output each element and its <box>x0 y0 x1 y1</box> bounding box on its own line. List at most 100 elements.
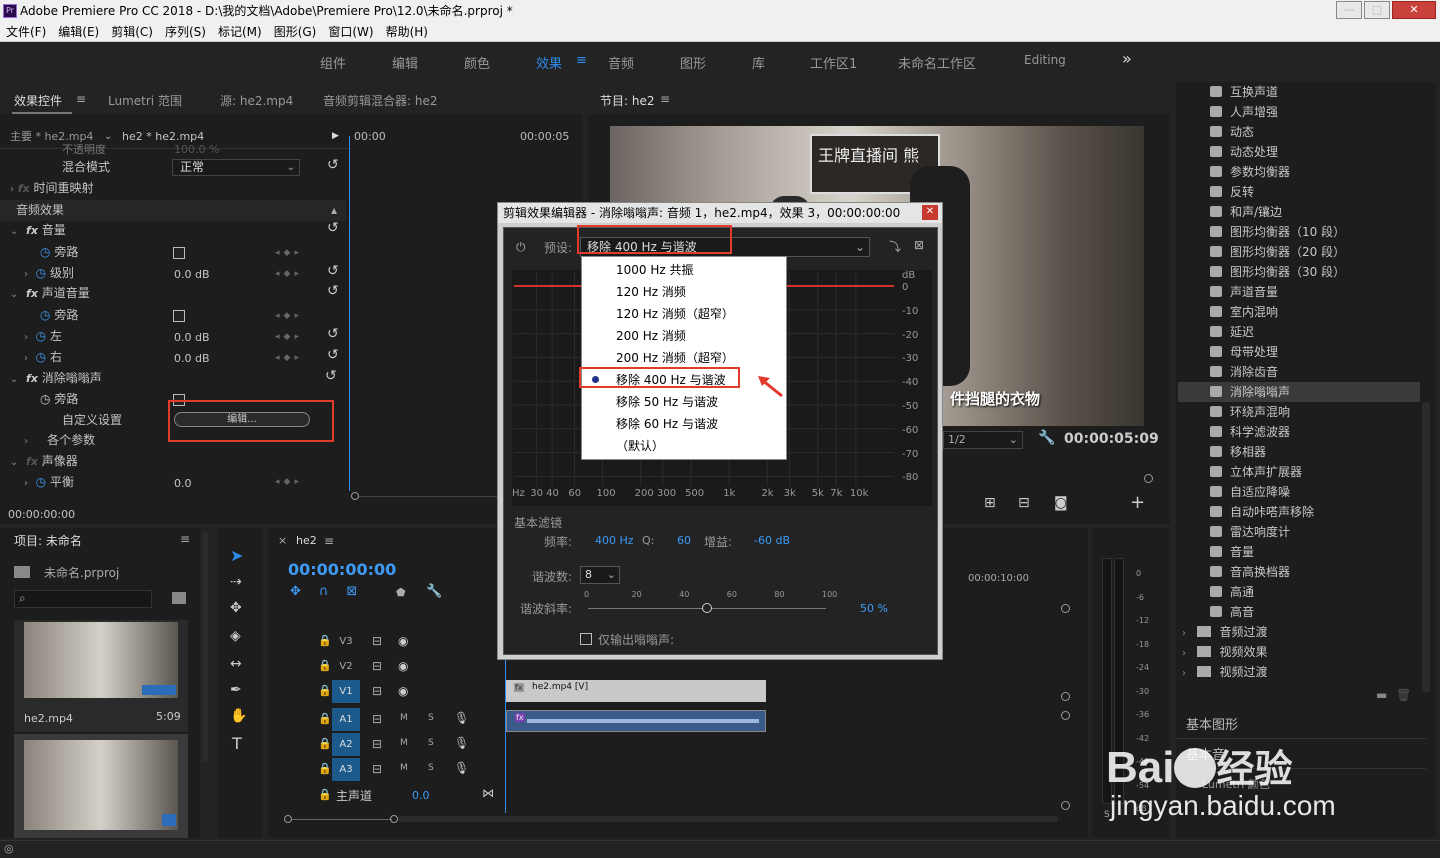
fx-icon[interactable]: fx <box>18 182 30 195</box>
tab-effect-controls[interactable]: 效果控件 <box>14 92 62 109</box>
workspace-1[interactable]: 工作区1 <box>810 53 857 72</box>
eye-icon[interactable]: ◉ <box>398 634 408 648</box>
mute-button[interactable]: M <box>400 713 408 723</box>
essential-graphics-tab[interactable]: 基本图形 <box>1186 714 1238 733</box>
preset-option[interactable]: 移除 60 Hz 与谐波 <box>616 413 718 435</box>
preset-option[interactable]: 1000 Hz 共振 <box>616 259 694 281</box>
add-button-icon[interactable]: + <box>1130 492 1145 513</box>
mic-icon[interactable]: 🎙 <box>454 736 469 750</box>
preset-option[interactable]: （默认） <box>616 435 664 457</box>
eye-icon[interactable]: ◉ <box>398 659 408 673</box>
menu-sequence[interactable]: 序列(S) <box>159 22 212 41</box>
dialog-close-button[interactable]: ✕ <box>922 205 938 220</box>
zoom-handle[interactable] <box>351 492 359 500</box>
mic-icon[interactable]: 🎙 <box>454 761 469 775</box>
lock-icon[interactable]: 🔒 <box>318 659 332 672</box>
stopwatch-icon[interactable]: ◷ <box>40 308 50 322</box>
ec-playhead[interactable] <box>349 136 350 491</box>
keyframe-nav-icon[interactable]: ◂◆▸ <box>275 477 303 487</box>
chevron-down-icon[interactable]: ⌄ <box>10 289 18 300</box>
effect-item[interactable]: 图形均衡器（20 段） <box>1210 242 1345 262</box>
master-value[interactable]: 0.0 <box>412 789 430 802</box>
maximize-button[interactable]: □ <box>1364 1 1390 19</box>
workspace-unnamed[interactable]: 未命名工作区 <box>898 53 976 72</box>
chevron-right-icon[interactable]: › <box>1182 648 1186 659</box>
chevron-right-icon[interactable]: › <box>24 478 28 489</box>
scroll-handle[interactable] <box>1144 474 1153 483</box>
freq-value[interactable]: 400 Hz <box>595 534 634 547</box>
effect-item[interactable]: 消除齿音 <box>1210 362 1278 382</box>
lock-icon[interactable]: 🔒 <box>318 712 332 725</box>
workspace-menu-icon[interactable]: ≡ <box>576 53 587 68</box>
mute-button[interactable]: M <box>400 738 408 748</box>
effect-item[interactable]: 人声增强 <box>1210 102 1278 122</box>
reset-icon[interactable]: ↺ <box>327 347 339 363</box>
fx-icon[interactable]: fx <box>26 372 38 385</box>
reset-icon[interactable]: ↺ <box>327 283 339 299</box>
preset-option[interactable]: 120 Hz 消频（超窄） <box>616 303 734 325</box>
output-only-checkbox[interactable] <box>580 633 592 645</box>
effect-item[interactable]: 图形均衡器（30 段） <box>1210 262 1345 282</box>
solo-button[interactable]: S <box>428 738 434 748</box>
panel-menu-icon[interactable]: ≡ <box>180 532 190 546</box>
track-label[interactable]: V1 <box>332 680 360 703</box>
effect-item[interactable]: 母带处理 <box>1210 342 1278 362</box>
sync-lock-icon[interactable]: ⊟ <box>372 712 382 726</box>
workspace-graphics[interactable]: 图形 <box>680 53 706 72</box>
channel-bypass-checkbox[interactable] <box>173 310 185 322</box>
workspace-editing[interactable]: 编辑 <box>392 53 418 72</box>
track-select-icon[interactable]: ⇢ <box>230 574 242 590</box>
bypass-checkbox[interactable] <box>173 247 185 259</box>
play-arrow-icon[interactable]: ▶ <box>332 126 339 147</box>
right-value[interactable]: 0.0 dB <box>174 348 210 369</box>
menu-marker[interactable]: 标记(M) <box>212 22 268 41</box>
workspace-libraries[interactable]: 库 <box>752 53 765 72</box>
effect-item[interactable]: 反转 <box>1210 182 1254 202</box>
chevron-down-icon[interactable]: ⌄ <box>10 374 18 385</box>
effect-item[interactable]: 消除嗡嗡声 <box>1210 382 1290 402</box>
ripple-edit-icon[interactable]: ✥ <box>230 600 242 616</box>
effect-item[interactable]: 雷达响度计 <box>1210 522 1290 542</box>
workspace-color[interactable]: 颜色 <box>464 53 490 72</box>
menu-edit[interactable]: 编辑(E) <box>52 22 105 41</box>
effect-item[interactable]: 音高换档器 <box>1210 562 1290 582</box>
sync-lock-icon[interactable]: ⊟ <box>372 684 382 698</box>
chevron-right-icon[interactable]: › <box>1182 668 1186 679</box>
clip-thumbnail[interactable]: he2.mp4 5:09 <box>14 620 188 732</box>
ec-timecode[interactable]: 00:00:00:00 <box>8 504 75 525</box>
wrench-icon[interactable]: 🔧 <box>1038 430 1055 446</box>
eye-icon[interactable]: ◉ <box>398 684 408 698</box>
delete-preset-icon[interactable]: ⊠ <box>914 238 924 252</box>
menu-window[interactable]: 窗口(W) <box>322 22 379 41</box>
gain-value[interactable]: -60 dB <box>754 534 790 547</box>
lock-icon[interactable]: 🔒 <box>318 788 332 801</box>
reset-icon[interactable]: ↺ <box>327 157 339 173</box>
chevron-down-icon[interactable]: ⌄ <box>10 226 18 237</box>
save-preset-icon[interactable]: ⤵ <box>889 238 901 255</box>
bowtie-icon[interactable]: ⋈ <box>482 786 494 800</box>
sync-lock-icon[interactable]: ⊟ <box>372 634 382 648</box>
lock-icon[interactable]: 🔒 <box>318 634 332 647</box>
chevron-down-icon[interactable]: ⌄ <box>10 457 18 468</box>
menu-graphics[interactable]: 图形(G) <box>268 22 323 41</box>
effect-item[interactable]: 图形均衡器（10 段） <box>1210 222 1345 242</box>
clip-thumbnail-selected[interactable] <box>14 734 188 838</box>
folder-audio-transitions[interactable]: › 音频过渡 <box>1182 622 1267 642</box>
razor-icon[interactable]: ◈ <box>230 628 241 644</box>
type-tool-icon[interactable]: T <box>232 734 242 753</box>
solo-button[interactable]: S <box>428 763 434 773</box>
slope-value[interactable]: 50 % <box>860 602 888 615</box>
keyframe-nav-icon[interactable]: ◂◆▸ <box>275 269 303 279</box>
power-icon[interactable]: ⏻ <box>516 240 526 255</box>
effect-item[interactable]: 高通 <box>1210 582 1254 602</box>
tab-program[interactable]: 节目: he2 <box>600 92 654 109</box>
menu-help[interactable]: 帮助(H) <box>380 22 434 41</box>
preset-option[interactable]: 120 Hz 消频 <box>616 281 686 303</box>
vertical-handle[interactable] <box>1061 711 1070 720</box>
project-search-input[interactable]: ⌕ <box>14 590 152 608</box>
keyframe-nav-icon[interactable]: ◂◆▸ <box>275 248 303 258</box>
effect-item[interactable]: 延迟 <box>1210 322 1254 342</box>
workspace-more-icon[interactable]: » <box>1122 49 1132 68</box>
close-tab-icon[interactable]: × <box>278 534 287 547</box>
track-label[interactable]: A3 <box>332 758 360 781</box>
